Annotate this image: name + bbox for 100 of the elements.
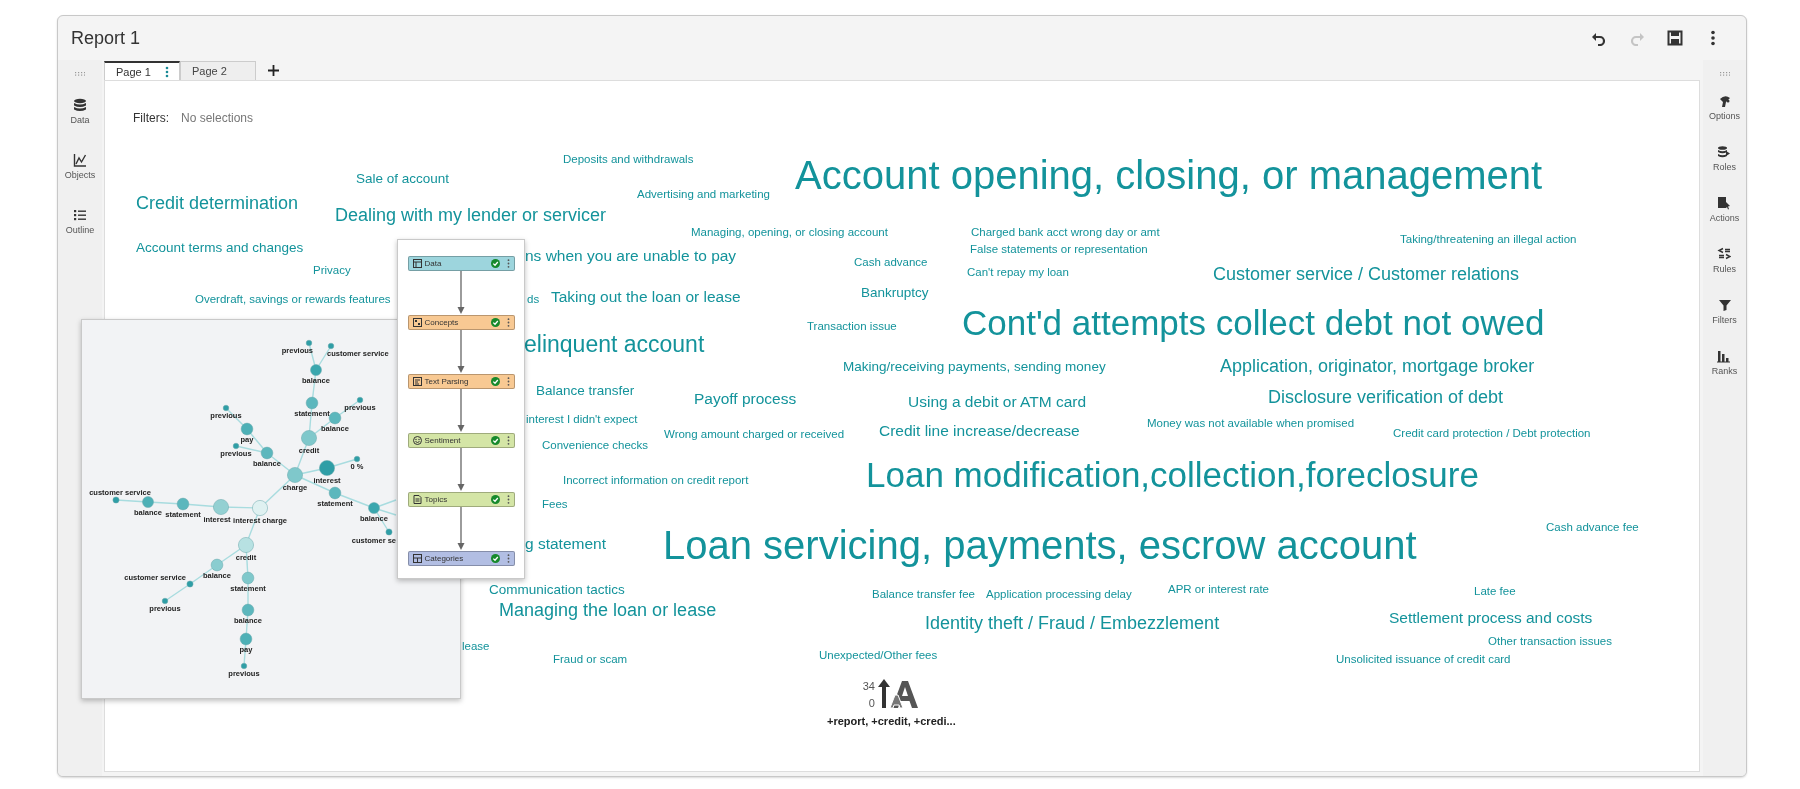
sidebar-item[interactable]: Objects <box>64 153 96 180</box>
cloud-word[interactable]: ns when you are unable to pay <box>525 248 737 264</box>
report-title: Report 1 <box>71 27 142 49</box>
cloud-word[interactable]: Identity theft / Fraud / Embezzlement <box>925 614 1220 632</box>
cloud-word[interactable]: Balance transfer <box>536 384 635 398</box>
cloud-word[interactable]: Convenience checks <box>542 440 649 452</box>
cloud-word[interactable]: elinquent account <box>524 333 705 356</box>
more-icon[interactable] <box>506 436 510 445</box>
sidebar-item[interactable]: Filters <box>1712 298 1737 325</box>
cloud-word[interactable]: Using a debit or ATM card <box>908 394 1087 410</box>
cloud-word[interactable]: Sale of account <box>356 172 450 186</box>
more-icon[interactable] <box>506 318 510 327</box>
cloud-word[interactable]: Cont'd attempts collect debt not owed <box>962 305 1545 340</box>
sidebar-item[interactable]: Rules <box>1713 247 1736 274</box>
cloud-word[interactable]: Balance transfer fee <box>872 589 975 601</box>
bar-chart-icon <box>1717 349 1732 363</box>
cloud-word[interactable]: Incorrect information on credit report <box>563 475 749 487</box>
database-arrow-icon <box>1717 145 1732 159</box>
cloud-word[interactable]: Fraud or scam <box>553 654 628 666</box>
cloud-word[interactable]: Fees <box>542 499 568 511</box>
table-icon <box>412 259 422 268</box>
cloud-word[interactable]: Application processing delay <box>986 589 1132 601</box>
more-icon[interactable] <box>506 377 510 386</box>
more-icon[interactable] <box>506 495 510 504</box>
cloud-word[interactable]: Unexpected/Other fees <box>819 650 938 662</box>
cloud-word[interactable]: Settlement process and costs <box>1389 610 1593 626</box>
pipeline-node[interactable]: Sentiment <box>407 433 515 448</box>
cloud-word[interactable]: Managing the loan or lease <box>499 601 717 619</box>
add-page-icon[interactable] <box>268 65 279 76</box>
font-size-icon <box>875 679 920 709</box>
line-chart-icon <box>73 153 87 167</box>
tab-menu-icon[interactable] <box>165 65 169 78</box>
cloud-word[interactable]: Can't repay my loan <box>967 267 1069 279</box>
cloud-word[interactable]: Privacy <box>313 265 351 277</box>
cloud-word[interactable]: Dealing with my lender or servicer <box>335 206 607 224</box>
comparison-icon <box>1717 247 1732 261</box>
cloud-word[interactable]: Credit determination <box>136 194 299 212</box>
check-icon <box>490 436 500 445</box>
cloud-word[interactable]: False statements or representation <box>970 244 1148 256</box>
cloud-word[interactable]: Making/receiving payments, sending money <box>843 360 1106 374</box>
cloud-word[interactable]: Application, originator, mortgage broker <box>1220 357 1535 375</box>
cloud-word[interactable]: Wrong amount charged or received <box>664 429 845 441</box>
cloud-word[interactable]: Unsolicited issuance of credit card <box>1336 654 1511 666</box>
cloud-word[interactable]: Overdraft, savings or rewards features <box>195 294 391 306</box>
cloud-word[interactable]: Advertising and marketing <box>637 189 770 201</box>
sidebar-item[interactable]: Roles <box>1713 145 1736 172</box>
smiley-icon <box>412 436 422 445</box>
cloud-word[interactable]: Credit card protection / Debt protection <box>1393 428 1591 440</box>
cloud-word[interactable]: Other transaction issues <box>1488 636 1612 648</box>
save-icon[interactable] <box>1667 30 1683 46</box>
cloud-word[interactable]: Loan modification,collection,foreclosure <box>866 457 1479 492</box>
grip-icon[interactable] <box>1719 72 1730 76</box>
cloud-word[interactable]: APR or interest rate <box>1168 584 1269 596</box>
sidebar-item[interactable]: Ranks <box>1711 349 1738 376</box>
grid-icon <box>412 318 422 327</box>
cloud-word[interactable]: lease <box>462 641 490 653</box>
cloud-word[interactable]: Loan servicing, payments, escrow account <box>663 525 1417 565</box>
pipeline-node[interactable]: Data <box>407 256 515 271</box>
filters-value: No selections <box>181 111 254 125</box>
cloud-word[interactable]: Money was not available when promised <box>1147 418 1355 430</box>
cloud-word[interactable]: Taking/threatening an illegal action <box>1400 234 1577 246</box>
cloud-word[interactable]: Account opening, closing, or management <box>795 155 1543 195</box>
cloud-word[interactable]: Account terms and changes <box>136 241 304 255</box>
pipeline-node[interactable]: Concepts <box>407 315 515 330</box>
cloud-word[interactable]: Bankruptcy <box>861 286 929 300</box>
cloud-word[interactable]: ds <box>527 294 540 306</box>
pipeline-node[interactable]: Categories <box>407 551 515 566</box>
cloud-word[interactable]: Payoff process <box>694 391 797 407</box>
cloud-word[interactable]: Deposits and withdrawals <box>563 154 694 166</box>
list-icon <box>73 208 87 222</box>
cloud-word[interactable]: Credit line increase/decrease <box>879 423 1080 439</box>
connector-arrow <box>457 448 465 492</box>
cloud-word[interactable]: Communication tactics <box>489 583 625 597</box>
cloud-word[interactable]: Transaction issue <box>807 321 897 333</box>
grid-icon <box>412 554 422 563</box>
cloud-word[interactable]: Taking out the loan or lease <box>551 289 741 305</box>
cloud-word[interactable]: interest I didn't expect <box>526 414 638 426</box>
sidebar-item[interactable]: Outline <box>65 208 95 235</box>
check-icon <box>490 554 500 563</box>
cloud-word[interactable]: Late fee <box>1474 586 1516 598</box>
cloud-word[interactable]: Disclosure verification of debt <box>1268 388 1504 406</box>
database-icon <box>73 98 87 112</box>
cloud-word[interactable]: Cash advance fee <box>1546 522 1639 534</box>
connector-arrow <box>457 507 465 551</box>
pipeline-node[interactable]: Text Parsing <box>407 374 515 389</box>
page-tab[interactable]: Page 2 <box>180 61 256 80</box>
cloud-word[interactable]: Cash advance <box>854 257 928 269</box>
filters-label: Filters: <box>133 111 169 125</box>
cloud-word[interactable]: Managing, opening, or closing account <box>691 227 888 239</box>
pipeline-node[interactable]: Topics <box>407 492 515 507</box>
grip-icon[interactable] <box>75 72 85 76</box>
sidebar-item[interactable]: Actions <box>1709 196 1740 223</box>
cloud-word[interactable]: g statement <box>525 536 606 552</box>
sidebar-item[interactable]: Options <box>1709 94 1740 121</box>
sidebar-item[interactable]: Data <box>70 98 90 125</box>
cursor-panel-icon <box>1717 196 1732 210</box>
page-tab[interactable]: Page 1 <box>104 61 180 80</box>
cloud-word[interactable]: Customer service / Customer relations <box>1213 265 1520 283</box>
cloud-word[interactable]: Charged bank acct wrong day or amt <box>971 227 1160 239</box>
size-max-value: 34 <box>862 680 875 692</box>
